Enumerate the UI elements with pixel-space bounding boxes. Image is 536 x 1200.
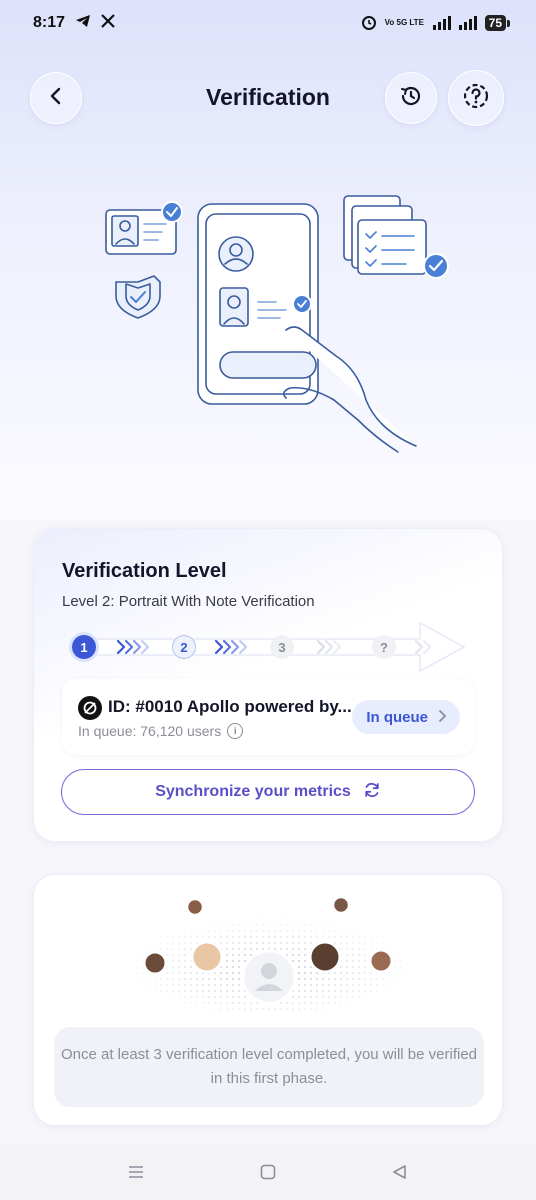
app-header: Verification xyxy=(0,68,536,128)
phase-note: Once at least 3 verification level compl… xyxy=(54,1027,484,1107)
help-button[interactable] xyxy=(448,70,504,126)
help-icon xyxy=(462,82,490,115)
users-globe-illustration xyxy=(129,893,409,1015)
verification-illustration xyxy=(96,190,456,490)
refresh-icon xyxy=(363,781,381,804)
system-nav-bar xyxy=(0,1144,536,1200)
status-bar: 8:17 Vo 5G LTE 75 xyxy=(0,0,536,46)
avatar xyxy=(241,949,297,1005)
info-icon[interactable]: i xyxy=(227,723,244,739)
queue-title: ID: #0010 Apollo powered by... xyxy=(108,697,352,716)
sync-metrics-label: Synchronize your metrics xyxy=(155,783,351,800)
status-time: 8:17 xyxy=(33,14,66,31)
level-title: Verification Level xyxy=(62,560,227,582)
sync-metrics-button[interactable]: Synchronize your metrics xyxy=(61,769,475,815)
in-queue-label: In queue xyxy=(366,708,428,726)
signal-icon xyxy=(458,16,477,30)
level-subtitle: Level 2: Portrait With Note Verification xyxy=(62,593,315,610)
x-icon xyxy=(101,13,115,33)
step-2: 2 xyxy=(172,635,196,659)
telegram-icon xyxy=(75,14,91,33)
back-triangle-icon[interactable] xyxy=(385,1157,415,1187)
history-button[interactable] xyxy=(385,72,437,124)
battery-level: 75 xyxy=(488,16,502,30)
chevron-right-icon xyxy=(438,709,447,726)
phase-card: Once at least 3 verification level compl… xyxy=(33,874,503,1126)
network-label: Vo 5G LTE xyxy=(384,18,424,27)
alarm-icon xyxy=(361,14,377,33)
verification-level-card: Verification Level Level 2: Portrait Wit… xyxy=(33,528,503,842)
in-queue-button[interactable]: In queue xyxy=(352,700,460,734)
queue-count: In queue: 76,120 users i xyxy=(78,723,244,739)
history-icon xyxy=(399,84,423,113)
step-4: ? xyxy=(372,635,396,659)
step-3: 3 xyxy=(270,635,294,659)
level-stepper: 1 2 3 ? xyxy=(70,619,470,675)
step-1: 1 xyxy=(72,635,96,659)
queue-count-text: In queue: 76,120 users xyxy=(78,723,222,739)
apollo-logo-icon xyxy=(78,696,102,720)
battery-icon: 75 xyxy=(484,15,511,31)
signal-icon xyxy=(432,16,451,30)
menu-icon[interactable] xyxy=(121,1157,151,1187)
queue-item[interactable]: ID: #0010 Apollo powered by... In queue:… xyxy=(62,679,474,755)
home-icon[interactable] xyxy=(253,1157,283,1187)
